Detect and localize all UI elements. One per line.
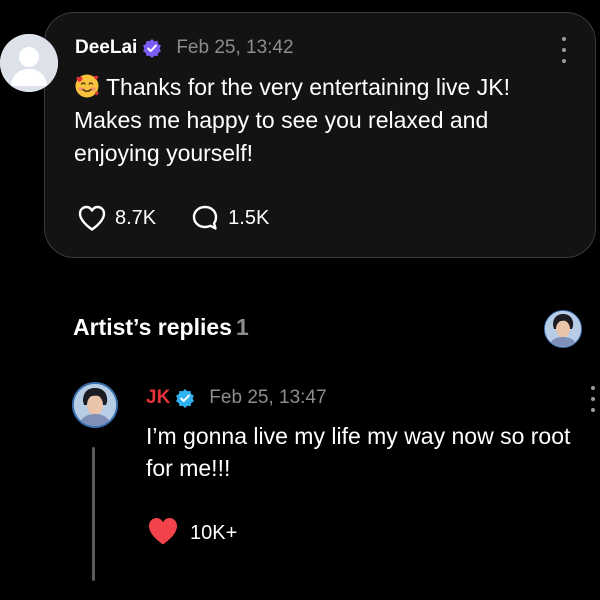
post-like-button[interactable]: 8.7K: [77, 204, 156, 232]
reply-text: I’m gonna live my life my way now so roo…: [146, 423, 571, 481]
post-comment-count: 1.5K: [228, 206, 270, 229]
reply-like-button[interactable]: 10K+: [146, 516, 237, 550]
artist-photo-icon: [545, 311, 581, 347]
fan-post-card: DeeLai Feb 25, 13:42 Thanks for the very…: [44, 12, 596, 258]
post-text-block: Thanks for the very entertaining live JK…: [74, 71, 574, 170]
post-header: DeeLai Feb 25, 13:42: [75, 35, 294, 61]
reply-like-count: 10K+: [190, 521, 238, 544]
smiling-face-with-hearts-icon: [74, 73, 100, 99]
verified-badge-icon: [142, 38, 162, 58]
default-user-icon: [0, 34, 58, 92]
post-stats: 8.7K 1.5K: [77, 201, 303, 235]
artist-replies-count: 1: [235, 314, 249, 340]
heart-filled-icon: [146, 515, 180, 552]
artist-replies-title: Artist’s replies: [73, 314, 232, 340]
artist-replies-heading: Artist’s replies 1: [73, 314, 249, 341]
post-more-vertical-icon[interactable]: [559, 37, 569, 63]
verified-badge-icon: [175, 388, 195, 408]
post-comment-button[interactable]: 1.5K: [190, 204, 269, 232]
reply-more-vertical-icon[interactable]: [588, 386, 598, 412]
reply-username[interactable]: JK: [146, 387, 170, 409]
artist-photo-icon: [74, 384, 116, 426]
fan-avatar[interactable]: [0, 34, 58, 92]
comment-bubble-icon: [190, 204, 220, 232]
post-username[interactable]: DeeLai: [75, 37, 137, 59]
artist-avatar-small[interactable]: [544, 310, 582, 348]
comment-thread-screen: DeeLai Feb 25, 13:42 Thanks for the very…: [0, 0, 600, 600]
post-like-count: 8.7K: [115, 206, 157, 229]
reply-header: JK Feb 25, 13:47: [146, 384, 327, 412]
reply-timestamp: Feb 25, 13:47: [209, 387, 327, 408]
thread-connector-line: [92, 447, 95, 581]
post-text: Thanks for the very entertaining live JK…: [74, 74, 510, 166]
heart-outline-icon: [77, 204, 107, 232]
reply-author-avatar[interactable]: [72, 382, 118, 428]
post-timestamp: Feb 25, 13:42: [176, 37, 294, 58]
